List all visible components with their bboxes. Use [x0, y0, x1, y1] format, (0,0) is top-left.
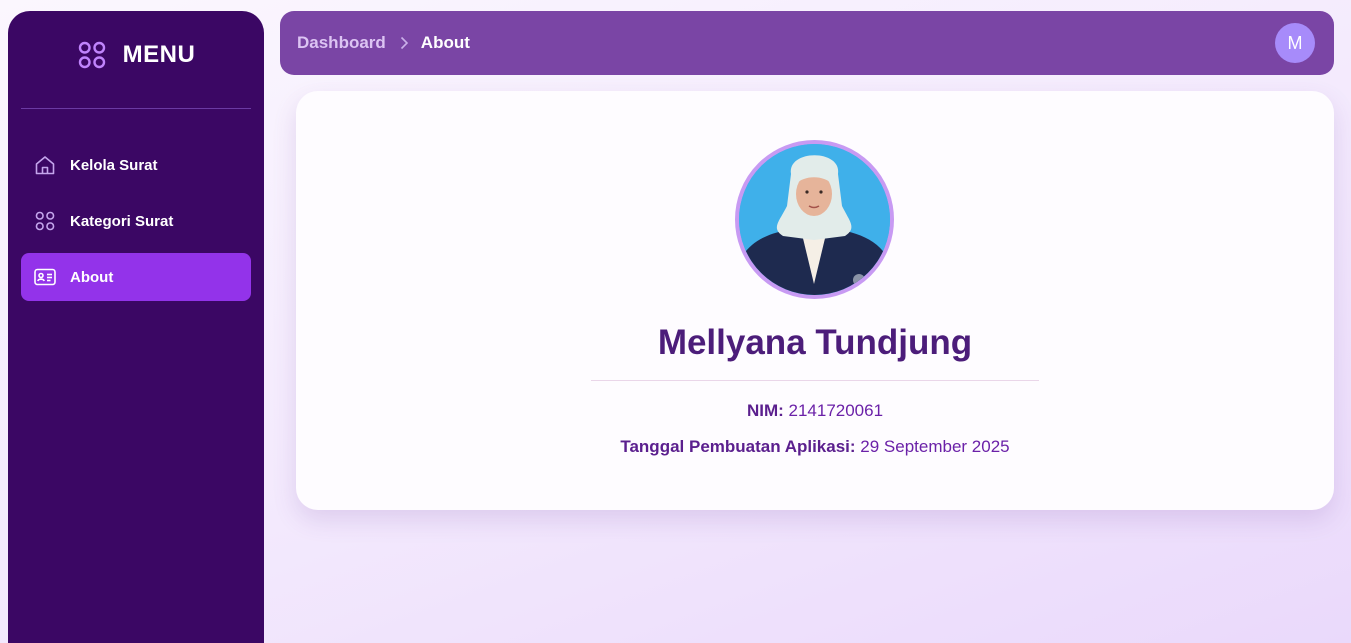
sidebar-item-about[interactable]: About [21, 253, 251, 301]
home-icon [34, 154, 56, 176]
sidebar-item-label: Kelola Surat [70, 156, 158, 174]
creation-date-row: Tanggal Pembuatan Aplikasi: 29 September… [296, 437, 1334, 457]
breadcrumb: Dashboard About [297, 33, 470, 53]
grid-icon [34, 210, 56, 232]
sidebar-item-kategori-surat[interactable]: Kategori Surat [21, 197, 251, 245]
chevron-right-icon [399, 36, 409, 50]
profile-photo [735, 140, 894, 299]
sidebar-item-label: Kategori Surat [70, 212, 174, 230]
creation-date-value: 29 September 2025 [860, 437, 1010, 456]
sidebar: MENU Kelola Surat Kategori Surat About [8, 11, 264, 643]
nim-row: NIM: 2141720061 [296, 401, 1334, 421]
divider [591, 380, 1039, 381]
menu-divider [21, 108, 251, 109]
sidebar-item-kelola-surat[interactable]: Kelola Surat [21, 141, 251, 189]
sidebar-header: MENU [8, 37, 264, 73]
grid-icon [77, 40, 107, 70]
menu-title: MENU [122, 41, 196, 68]
breadcrumb-current: About [420, 33, 470, 52]
about-card: Mellyana Tundjung NIM: 2141720061 Tangga… [296, 91, 1334, 510]
user-avatar[interactable]: M [1275, 23, 1315, 63]
id-card-icon [34, 266, 56, 288]
nim-label: NIM: [746, 401, 784, 420]
breadcrumb-dashboard-link[interactable]: Dashboard [297, 33, 386, 53]
top-bar: Dashboard About M [280, 11, 1334, 75]
creation-date-label: Tanggal Pembuatan Aplikasi: [620, 437, 856, 456]
sidebar-item-label: About [70, 268, 114, 286]
profile-name: Mellyana Tundjung [657, 323, 973, 362]
nim-value: 2141720061 [788, 401, 884, 420]
